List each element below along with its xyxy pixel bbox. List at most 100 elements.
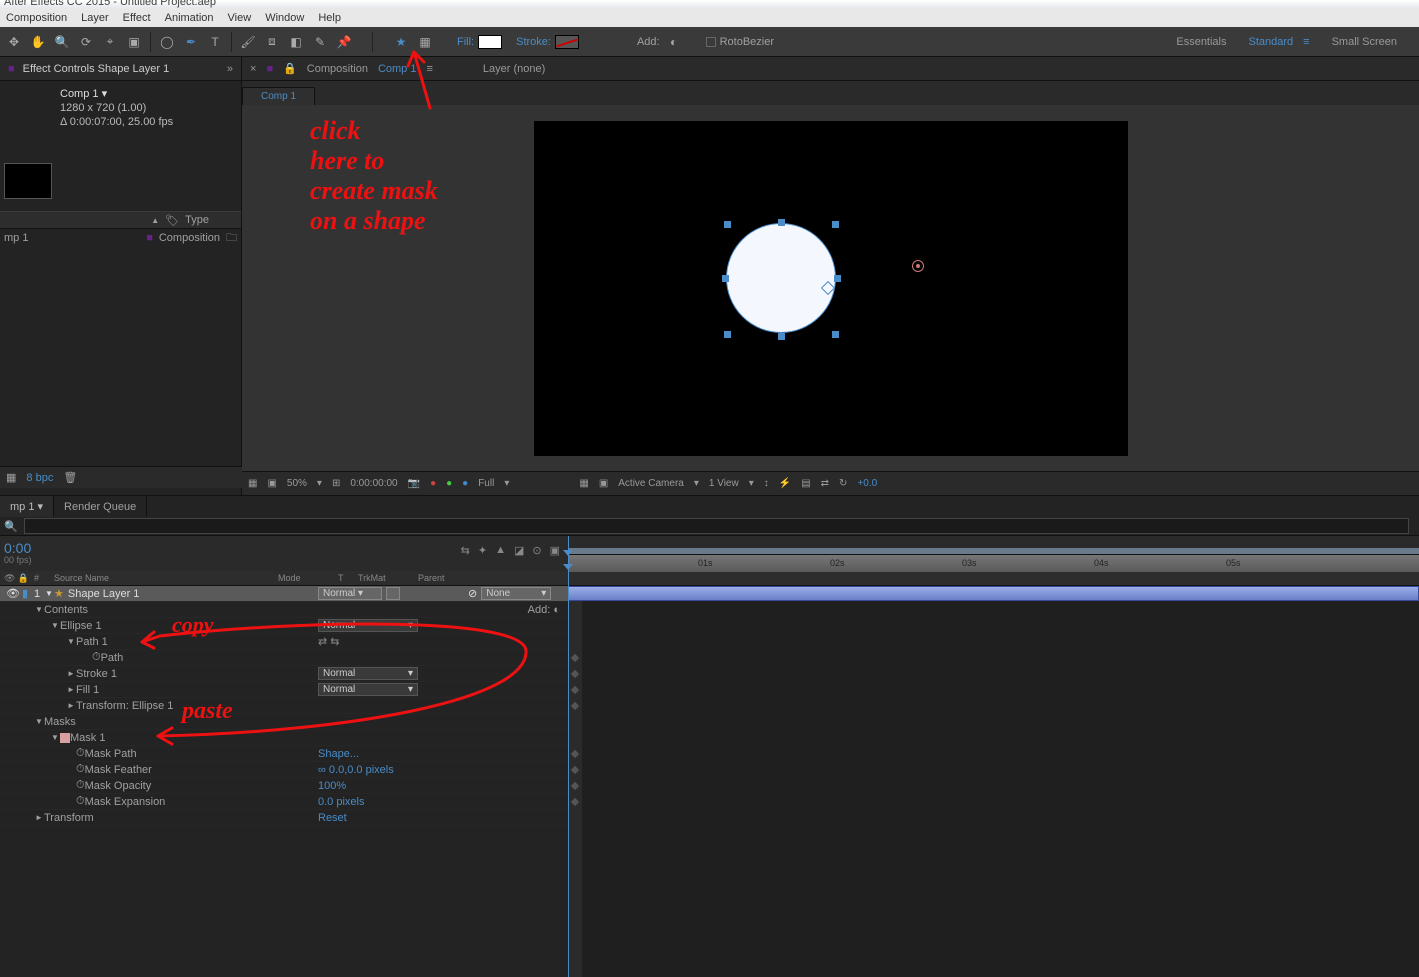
twirl-icon[interactable]: ►	[66, 701, 76, 710]
project-item-row[interactable]: mp 1 ■ Composition 🗀	[0, 229, 241, 247]
tl-icon-3[interactable]: ▲	[495, 544, 506, 557]
timeline-tab-comp[interactable]: mp 1 ▾	[0, 496, 54, 517]
cti-line[interactable]	[568, 550, 569, 977]
col-mode[interactable]: Mode	[274, 573, 334, 583]
timeline-search-input[interactable]	[24, 518, 1409, 534]
twirl-icon[interactable]: ▼	[50, 733, 60, 742]
label-icon[interactable]: 🏷	[165, 214, 179, 227]
snapshot-icon[interactable]: 📷	[408, 478, 420, 489]
menu-animation[interactable]: Animation	[165, 12, 214, 24]
twirl-icon[interactable]: ▼	[50, 621, 60, 630]
stamp-tool-icon[interactable]: ⧈	[262, 32, 282, 52]
timeline-tab-render-queue[interactable]: Render Queue	[54, 496, 147, 517]
time-display[interactable]: 0:00:00:00	[350, 478, 397, 489]
res-icon[interactable]: ⊞	[332, 478, 340, 489]
type-column[interactable]: Type	[185, 214, 209, 226]
property-value[interactable]: Shape...	[318, 748, 359, 760]
bpc-value[interactable]: 8 bpc	[26, 472, 53, 484]
stopwatch-icon[interactable]: ⏱	[76, 763, 85, 776]
stroke-color-swatch[interactable]	[555, 35, 579, 49]
timeline-row[interactable]: ⏱ Mask Feather ∞ 0.0,0.0 pixels	[0, 762, 568, 778]
lock-icon[interactable]: 🔒	[283, 62, 297, 75]
bbox-handle-bc[interactable]	[778, 333, 785, 340]
mode-dropdown[interactable]: Normal ▾	[318, 667, 418, 680]
puppet-tool-icon[interactable]: 📌	[334, 32, 354, 52]
exposure-value[interactable]: +0.0	[857, 478, 877, 489]
camera-dropdown[interactable]: Active Camera	[618, 478, 684, 489]
mask-icon[interactable]: ▣	[599, 478, 608, 489]
property-value[interactable]: 100%	[318, 780, 346, 792]
add-menu-icon[interactable]: ◐	[664, 32, 684, 52]
timeline-row[interactable]: ► Stroke 1 Normal ▾	[0, 666, 568, 682]
anchor-point-icon[interactable]	[912, 260, 924, 272]
mode-dropdown[interactable]: Normal ▾	[318, 619, 418, 632]
search-icon[interactable]: 🔍	[4, 520, 18, 533]
timeline-row[interactable]: ► Fill 1 Normal ▾	[0, 682, 568, 698]
effects-panel-tab[interactable]: ■ Effect Controls Shape Layer 1 »	[0, 57, 241, 81]
breadcrumb-comp[interactable]: Comp 1	[242, 87, 315, 105]
col-source-name[interactable]: Source Name	[44, 573, 274, 583]
twirl-icon[interactable]: ▼	[34, 717, 44, 726]
reset-exp-icon[interactable]: ↻	[839, 478, 847, 489]
comp-name-label[interactable]: Comp 1 ▾	[60, 87, 233, 101]
resolution-dropdown[interactable]: Full	[478, 478, 494, 489]
composition-viewer[interactable]	[242, 105, 1419, 471]
col-t[interactable]: T	[334, 573, 354, 583]
text-tool-icon[interactable]: T	[205, 32, 225, 52]
fill-color-swatch[interactable]	[478, 35, 502, 49]
timeline-row[interactable]: ► Transform: Ellipse 1	[0, 698, 568, 714]
tl-icon-2[interactable]: ✦	[478, 544, 487, 557]
mask-mode-icon[interactable]: ▦	[415, 32, 435, 52]
mode-dropdown[interactable]: Normal ▾	[318, 683, 418, 696]
comp-canvas[interactable]	[534, 121, 1128, 456]
stopwatch-icon[interactable]: ⏱	[76, 779, 85, 792]
timeline-row[interactable]: ▼ Contents Add: ◐	[0, 602, 568, 618]
parent-dropdown[interactable]: None ▾	[481, 587, 551, 600]
bbox-handle-mr[interactable]	[834, 275, 841, 282]
roto-tool-icon[interactable]: ✎	[310, 32, 330, 52]
property-value[interactable]: 0.0 pixels	[318, 796, 364, 808]
shape-tool-icon[interactable]: ◯	[157, 32, 177, 52]
twirl-icon[interactable]: ▼	[44, 589, 54, 598]
channel-icon[interactable]: ▣	[267, 478, 276, 489]
bbox-handle-tr[interactable]	[832, 221, 839, 228]
bbox-handle-br[interactable]	[832, 331, 839, 338]
timeline-row[interactable]: ▼ Masks	[0, 714, 568, 730]
bbox-handle-tl[interactable]	[724, 221, 731, 228]
property-value[interactable]: ∞ 0.0,0.0 pixels	[318, 764, 394, 776]
zoom-tool-icon[interactable]: 🔍	[52, 32, 72, 52]
tl-icon-4[interactable]: ◪	[514, 544, 524, 557]
pan-behind-tool-icon[interactable]: ▣	[124, 32, 144, 52]
timeline-row[interactable]: 👁 ▮1 ▼ ★ Shape Layer 1 Normal ▾⊘None ▾	[0, 586, 568, 602]
tl-icon-5[interactable]: ⊙	[532, 544, 541, 557]
bbox-handle-tc[interactable]	[778, 219, 785, 226]
eraser-tool-icon[interactable]: ◧	[286, 32, 306, 52]
col-index[interactable]: #	[34, 573, 44, 583]
timeline-row[interactable]: ⏱ Mask Opacity 100%	[0, 778, 568, 794]
col-trkmat[interactable]: TrkMat	[354, 573, 414, 583]
layer-tab[interactable]: Layer (none)	[483, 63, 545, 75]
timeline-row[interactable]: ⏱ Mask Expansion 0.0 pixels	[0, 794, 568, 810]
tab-close-icon[interactable]: ×	[250, 63, 256, 75]
time-ruler[interactable]: 01s 02s 03s 04s 05s	[568, 554, 1419, 572]
tab-menu-icon[interactable]: ≡	[426, 63, 432, 75]
interpret-icon[interactable]: ▦	[6, 471, 16, 484]
workspace-small-screen[interactable]: Small Screen	[1332, 36, 1397, 48]
show-channel-icon[interactable]: ●	[430, 478, 436, 489]
timeline-row[interactable]: ▼ Ellipse 1 Normal ▾	[0, 618, 568, 634]
bbox-handle-bl[interactable]	[724, 331, 731, 338]
timeline-row[interactable]: ▼ Mask 1	[0, 730, 568, 746]
pen-tool-icon[interactable]: ✒	[181, 32, 201, 52]
current-timecode[interactable]: 0:00 00 fps)	[4, 542, 32, 566]
timeline-row[interactable]: ▼ Path 1 ⇄ ⇆	[0, 634, 568, 650]
stopwatch-icon[interactable]: ⏱	[92, 651, 101, 664]
twirl-icon[interactable]: ▼	[66, 637, 76, 646]
menu-view[interactable]: View	[228, 12, 252, 24]
comp-tab-name[interactable]: Comp 1	[378, 63, 417, 75]
fast-preview-icon[interactable]: ⚡	[779, 478, 791, 489]
alpha-icon[interactable]: ▦	[248, 478, 257, 489]
twirl-icon[interactable]: ►	[66, 685, 76, 694]
bbox-handle-ml[interactable]	[722, 275, 729, 282]
tl-icon-6[interactable]: ▣	[550, 544, 560, 557]
timeline-row[interactable]: ⏱ Path	[0, 650, 568, 666]
